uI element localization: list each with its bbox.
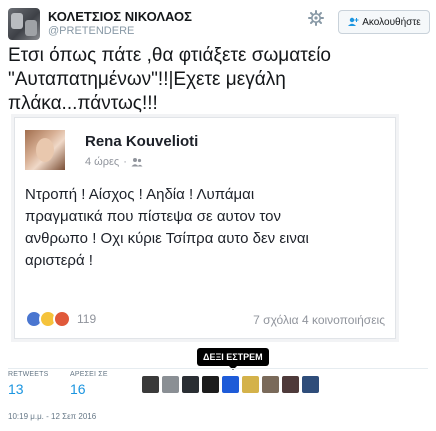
tweet-line: πλάκα...πάντως!!! <box>8 93 158 114</box>
fb-post-stats: 7 σχόλια 4 κοινοποιήσεις <box>253 313 385 327</box>
fb-post-line: πραγματικά που πίστεψα σε αυτον τον <box>25 208 281 225</box>
liker-4-avatar[interactable] <box>202 376 219 393</box>
fb-post-time: 4 ώρες <box>85 156 120 168</box>
follow-button-label: Ακολουθήστε <box>362 16 421 28</box>
fb-comments-count: 7 σχόλια <box>253 313 299 327</box>
retweets-count: 13 <box>8 381 24 397</box>
fb-author-avatar <box>25 130 65 170</box>
tweet-timestamp[interactable]: 10:19 μ.μ. - 12 Σεπ 2016 <box>8 412 96 421</box>
tweet-text: Ετσι όπως πάτε ,θα φτιάξετε σωματείο "Αυ… <box>8 44 428 116</box>
add-user-icon <box>348 17 359 26</box>
retweets-label: RETWEETS <box>8 371 49 378</box>
fb-post-line: αριστερά ! <box>25 252 93 269</box>
liker-tooltip: ΔΕΞΙ ΕΣΤΡΕΜ <box>197 348 269 370</box>
friends-icon <box>131 158 143 167</box>
fb-post-text: Ντροπή ! Αίσχος ! Αηδία ! Λυπάμαι πραγμα… <box>25 184 387 272</box>
fb-reaction-count: 119 <box>77 312 97 326</box>
liker-3-avatar[interactable] <box>182 376 199 393</box>
likes-stat[interactable]: ΑΡΕΣΕΙ ΣΕ 16 <box>70 371 108 397</box>
tweet-header: ΚΟΛΕΤΣΙΟΣ ΝΙΚΟΛΑΟΣ @PRETENDERE Ακολουθήσ… <box>8 8 430 40</box>
fb-avatar-face <box>36 138 54 162</box>
fb-post-line: Ντροπή ! Αίσχος ! Αηδία ! Λυπάμαι <box>25 186 255 203</box>
fb-post-line: ανθρωπο ! Οχι κύριε Τσίπρα αυτο δεν εινα… <box>25 230 309 247</box>
liker-8-avatar[interactable] <box>282 376 299 393</box>
liker-2-avatar[interactable] <box>162 376 179 393</box>
fb-author-name: Rena Kouvelioti <box>85 133 199 150</box>
avatar-figure-right <box>25 20 37 36</box>
author-name[interactable]: ΚΟΛΕΤΣΙΟΣ ΝΙΚΟΛΑΟΣ <box>48 9 192 24</box>
gear-icon[interactable] <box>308 10 324 26</box>
retweets-stat[interactable]: RETWEETS 13 <box>8 371 49 397</box>
liker-6-avatar[interactable] <box>242 376 259 393</box>
likes-count: 16 <box>70 381 86 397</box>
fb-reactions: 119 <box>25 310 96 328</box>
fb-shares-count: 4 κοινοποιήσεις <box>301 313 385 327</box>
fb-post-meta: 4 ώρες · <box>85 156 143 168</box>
tweet-line: "Αυταπατημένων"!!|Εχετε μεγάλη <box>8 69 286 90</box>
likes-label: ΑΡΕΣΕΙ ΣΕ <box>70 371 108 378</box>
tweet-stats: RETWEETS 13 ΑΡΕΣΕΙ ΣΕ 16 <box>8 368 428 400</box>
angry-reaction-icon <box>53 310 71 328</box>
facebook-post-screenshot[interactable]: Rena Kouvelioti 4 ώρες · Ντροπή ! Αίσχος… <box>14 117 396 339</box>
liker-9-avatar[interactable] <box>302 376 319 393</box>
fb-meta-separator: · <box>123 156 127 168</box>
follow-button[interactable]: Ακολουθήστε <box>338 10 430 34</box>
author-handle[interactable]: @PRETENDERE <box>48 25 134 37</box>
avatar-figure-left <box>11 13 23 29</box>
liker-5-avatar[interactable] <box>222 376 239 393</box>
author-avatar[interactable] <box>8 8 40 40</box>
tweet-line: Ετσι όπως πάτε ,θα φτιάξετε σωματείο <box>8 45 331 66</box>
liker-avatars <box>142 376 319 393</box>
liker-7-avatar[interactable] <box>262 376 279 393</box>
liker-1-avatar[interactable] <box>142 376 159 393</box>
